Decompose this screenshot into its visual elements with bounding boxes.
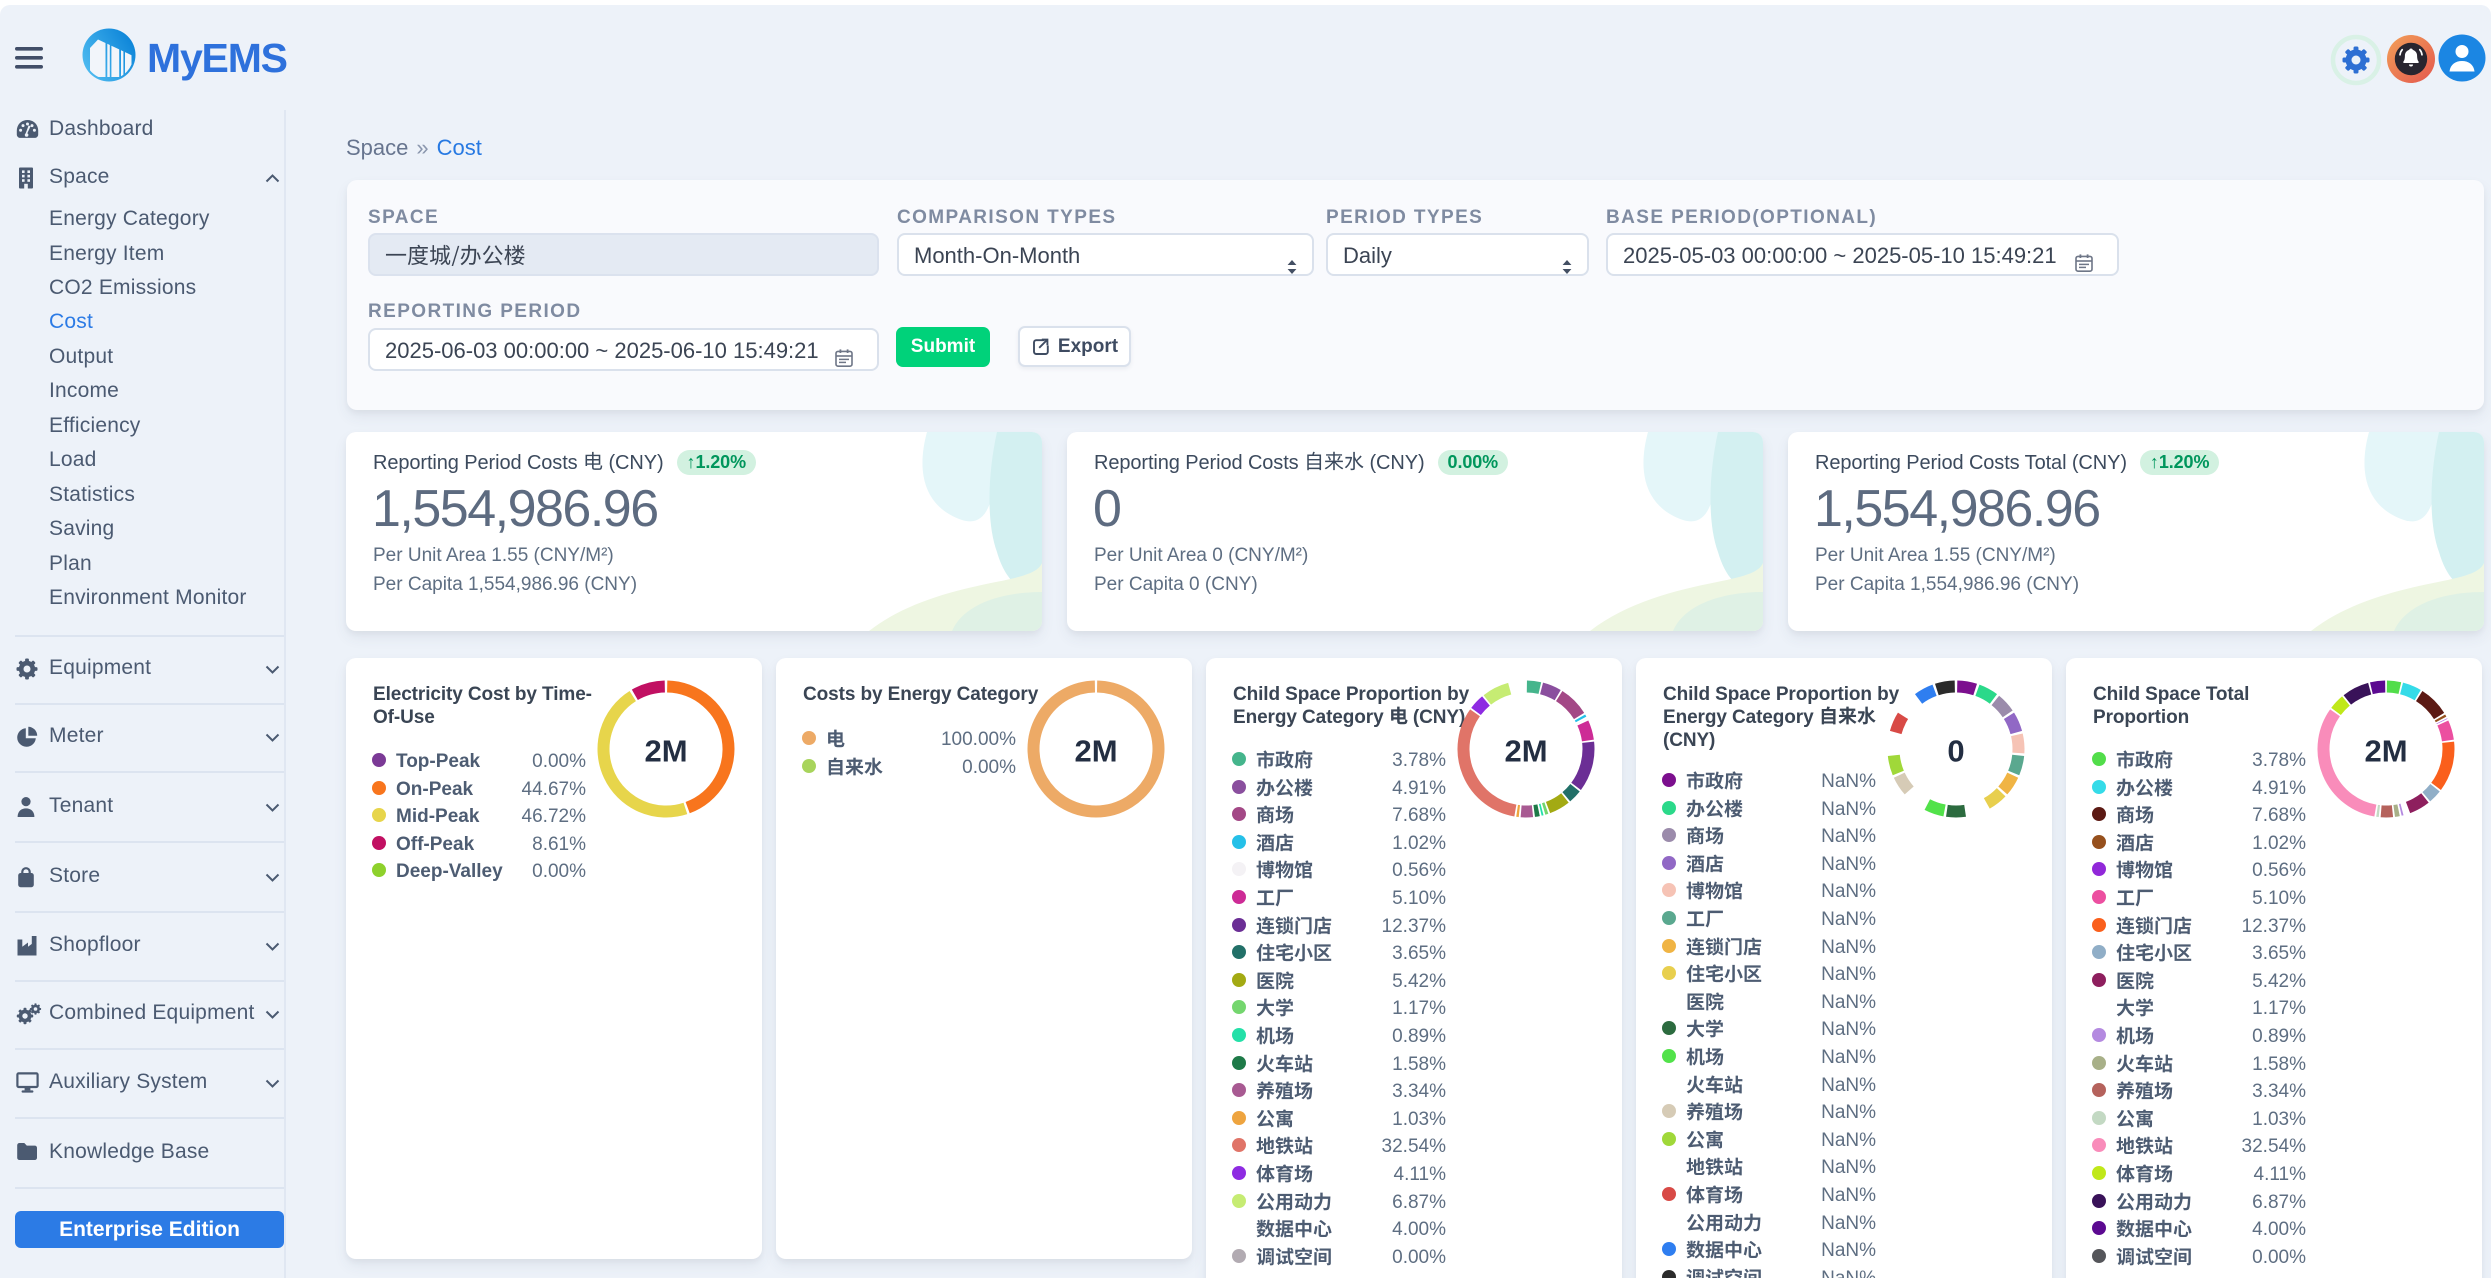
svg-text:0: 0 <box>1947 733 1964 768</box>
